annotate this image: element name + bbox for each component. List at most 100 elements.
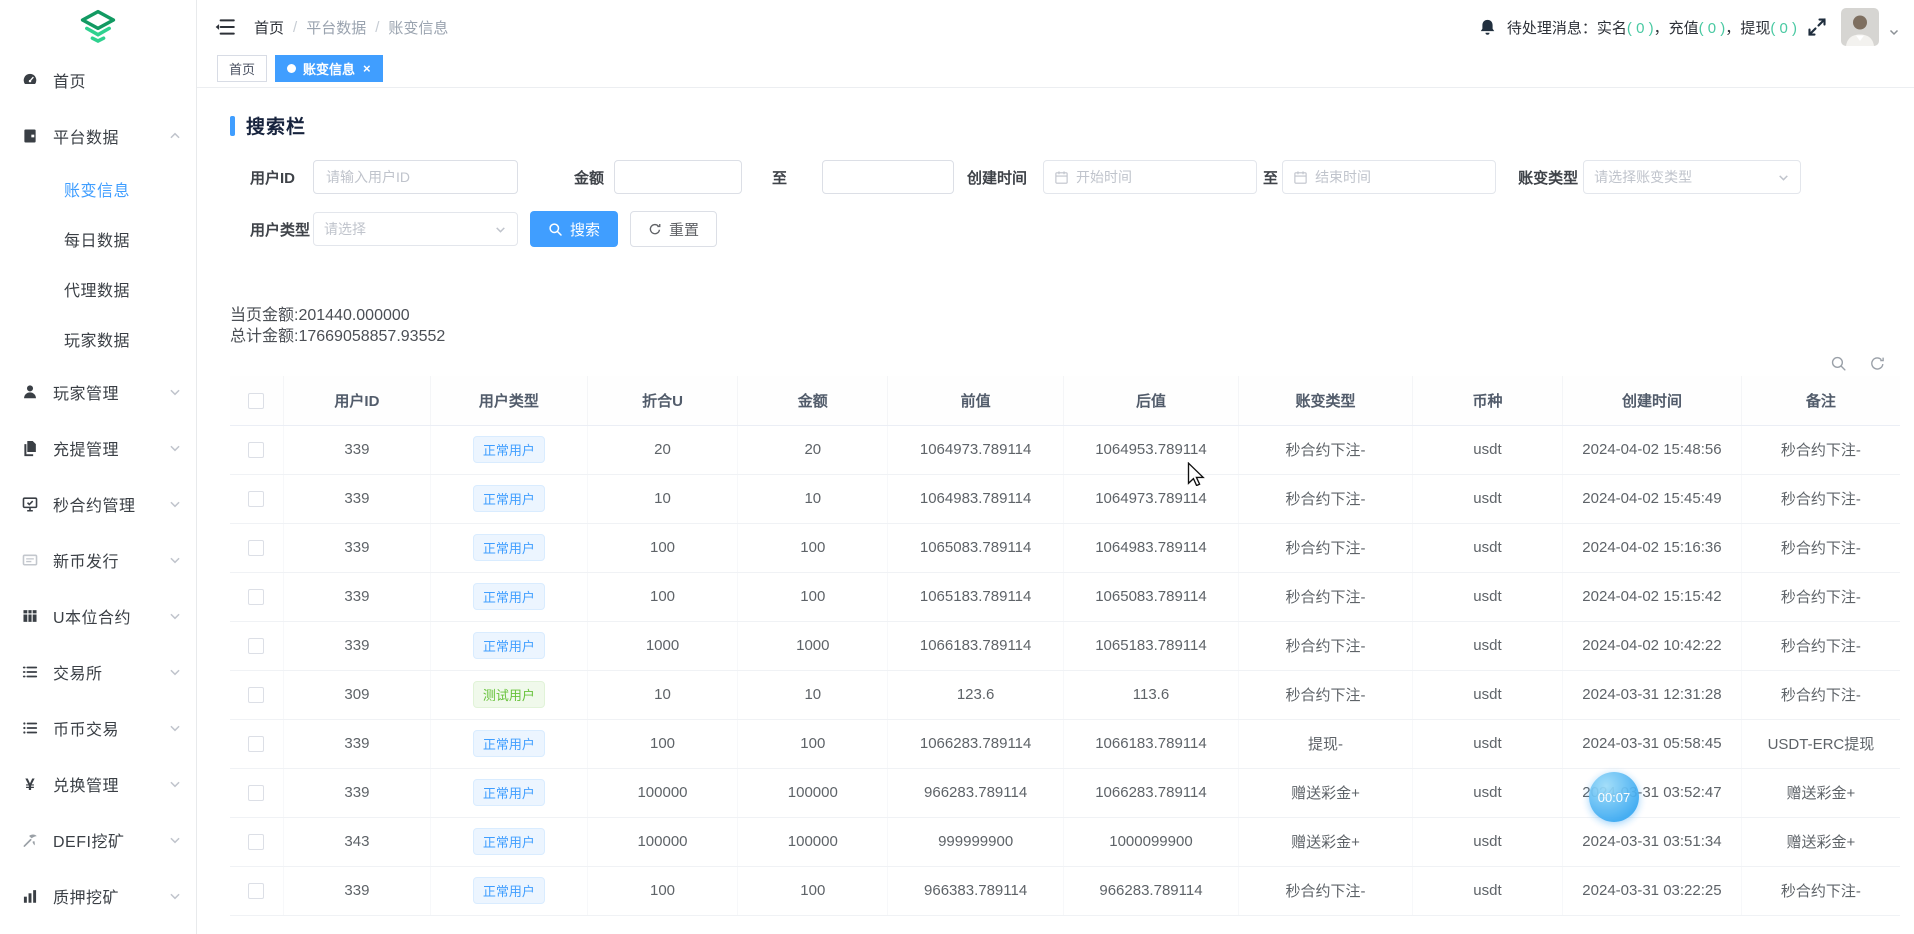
sidebar-item-coin-trade[interactable]: 币币交易	[0, 700, 196, 756]
row-checkbox[interactable]	[248, 540, 264, 556]
row-checkbox[interactable]	[248, 638, 264, 654]
avatar[interactable]	[1841, 8, 1879, 46]
cell-amount: 10	[738, 670, 888, 719]
search-button[interactable]: 搜索	[530, 211, 618, 247]
sidebar-item-u-contract[interactable]: U本位合约	[0, 588, 196, 644]
cell-user-type: 正常用户	[430, 768, 587, 817]
sidebar-item-seconds-contract[interactable]: 秒合约管理	[0, 476, 196, 532]
row-checkbox[interactable]	[248, 687, 264, 703]
cell-note: 赠送彩金+	[1741, 768, 1900, 817]
cell-u: 100	[587, 523, 737, 572]
column-header: 后值	[1063, 376, 1238, 425]
user-type-tag: 正常用户	[473, 877, 545, 904]
pending-messages-label: 待处理消息：	[1507, 17, 1597, 38]
cell-coin: usdt	[1412, 621, 1562, 670]
cell-coin: usdt	[1412, 474, 1562, 523]
select-all-checkbox[interactable]	[248, 393, 264, 409]
table-refresh-icon[interactable]	[1869, 355, 1886, 372]
cell-amount: 10	[738, 474, 888, 523]
start-time-picker[interactable]: 开始时间	[1043, 160, 1257, 194]
page-content: 搜索栏 用户ID 金额 至 创建时间 开始时间 至	[197, 88, 1914, 934]
amount-min-input[interactable]	[614, 160, 742, 194]
sidebar-subitem-daily-data[interactable]: 每日数据	[0, 214, 196, 264]
row-checkbox[interactable]	[248, 883, 264, 899]
card-icon	[20, 550, 40, 570]
topbar-right: 待处理消息：实名( 0 )，充值( 0 )，提现( 0 )	[1478, 8, 1900, 46]
breadcrumb-item[interactable]: 首页	[254, 17, 284, 38]
sidebar-item-platform-data[interactable]: 平台数据	[0, 108, 196, 164]
breadcrumb-item[interactable]: 平台数据	[306, 17, 366, 38]
end-time-picker[interactable]: 结束时间	[1282, 160, 1496, 194]
breadcrumb-separator: /	[293, 19, 297, 36]
sidebar-item-player-mgmt[interactable]: 玩家管理	[0, 364, 196, 420]
app-logo[interactable]	[0, 0, 196, 52]
cell-before: 1064983.789114	[888, 474, 1063, 523]
bell-icon[interactable]	[1478, 18, 1497, 37]
sidebar-item-defi-mining[interactable]: DEFI挖矿	[0, 812, 196, 868]
tab-账变信息[interactable]: 账变信息×	[275, 55, 383, 82]
collapse-sidebar-icon[interactable]	[214, 17, 236, 37]
cell-note: 秒合约下注-	[1741, 474, 1900, 523]
cell-after: 1066183.789114	[1063, 719, 1238, 768]
column-header: 创建时间	[1563, 376, 1742, 425]
cell-u: 10	[587, 670, 737, 719]
reset-button[interactable]: 重置	[630, 211, 717, 247]
list-icon	[20, 718, 40, 738]
tab-首页[interactable]: 首页	[217, 55, 267, 82]
recording-timer-bubble[interactable]: 00:07	[1589, 772, 1639, 822]
cell-coin: usdt	[1412, 719, 1562, 768]
sidebar-item-recharge-mgmt[interactable]: 充提管理	[0, 420, 196, 476]
row-checkbox[interactable]	[248, 589, 264, 605]
cell-before: 966383.789114	[888, 866, 1063, 915]
chevron-down-icon	[168, 721, 182, 735]
sidebar-item-swap-mgmt[interactable]: ¥兑换管理	[0, 756, 196, 812]
chevron-down-icon[interactable]	[1888, 26, 1900, 38]
row-checkbox[interactable]	[248, 442, 264, 458]
sidebar-item-label: 玩家管理	[53, 380, 168, 404]
sidebar-item-new-coin[interactable]: 新币发行	[0, 532, 196, 588]
cell-user-type: 正常用户	[430, 572, 587, 621]
user-id-input[interactable]	[313, 160, 518, 194]
row-checkbox[interactable]	[248, 834, 264, 850]
amount-max-input[interactable]	[822, 160, 954, 194]
breadcrumb-separator: /	[375, 19, 379, 36]
row-checkbox[interactable]	[248, 491, 264, 507]
cell-user-type: 正常用户	[430, 621, 587, 670]
sidebar-subitem-player-data[interactable]: 玩家数据	[0, 314, 196, 364]
cell-user-id: 339	[283, 523, 430, 572]
sidebar-item-home[interactable]: 首页	[0, 52, 196, 108]
sidebar-subitem-agent-data[interactable]: 代理数据	[0, 264, 196, 314]
time-to-label: 至	[1263, 167, 1278, 188]
sidebar-item-staking-mining[interactable]: 质押挖矿	[0, 868, 196, 924]
cell-before: 1065183.789114	[888, 572, 1063, 621]
user-type-tag: 正常用户	[473, 828, 545, 855]
table-search-icon[interactable]	[1830, 355, 1847, 372]
sidebar-item-label: 兑换管理	[53, 772, 168, 796]
close-tab-icon[interactable]: ×	[363, 62, 371, 75]
user-type-tag: 测试用户	[473, 681, 545, 708]
cell-amount: 100000	[738, 817, 888, 866]
account-change-table: 用户ID用户类型折合U金额前值后值账变类型币种创建时间备注 339正常用户202…	[230, 376, 1900, 916]
sidebar-item-exchange[interactable]: 交易所	[0, 644, 196, 700]
cell-user-id: 339	[283, 768, 430, 817]
cell-change-type: 秒合约下注-	[1239, 425, 1413, 474]
row-select-cell	[230, 817, 283, 866]
sidebar-menu: 首页平台数据账变信息每日数据代理数据玩家数据玩家管理充提管理秒合约管理新币发行U…	[0, 52, 196, 924]
created-time-label: 创建时间	[967, 167, 1027, 188]
row-checkbox[interactable]	[248, 736, 264, 752]
row-checkbox[interactable]	[248, 785, 264, 801]
table-body: 339正常用户20201064973.7891141064953.789114秒…	[230, 425, 1900, 915]
cell-after: 1065083.789114	[1063, 572, 1238, 621]
change-type-select[interactable]: 请选择账变类型	[1583, 160, 1801, 194]
chevron-down-icon	[494, 223, 507, 236]
fullscreen-icon[interactable]	[1807, 17, 1827, 37]
column-header: 金额	[738, 376, 888, 425]
row-select-cell	[230, 572, 283, 621]
cell-before: 966283.789114	[888, 768, 1063, 817]
cell-amount: 100	[738, 719, 888, 768]
cell-user-id: 343	[283, 817, 430, 866]
cell-created: 2024-04-02 15:16:36	[1563, 523, 1742, 572]
sidebar-subitem-account-change[interactable]: 账变信息	[0, 164, 196, 214]
cell-note: 赠送彩金+	[1741, 817, 1900, 866]
user-type-select[interactable]: 请选择	[313, 212, 518, 246]
